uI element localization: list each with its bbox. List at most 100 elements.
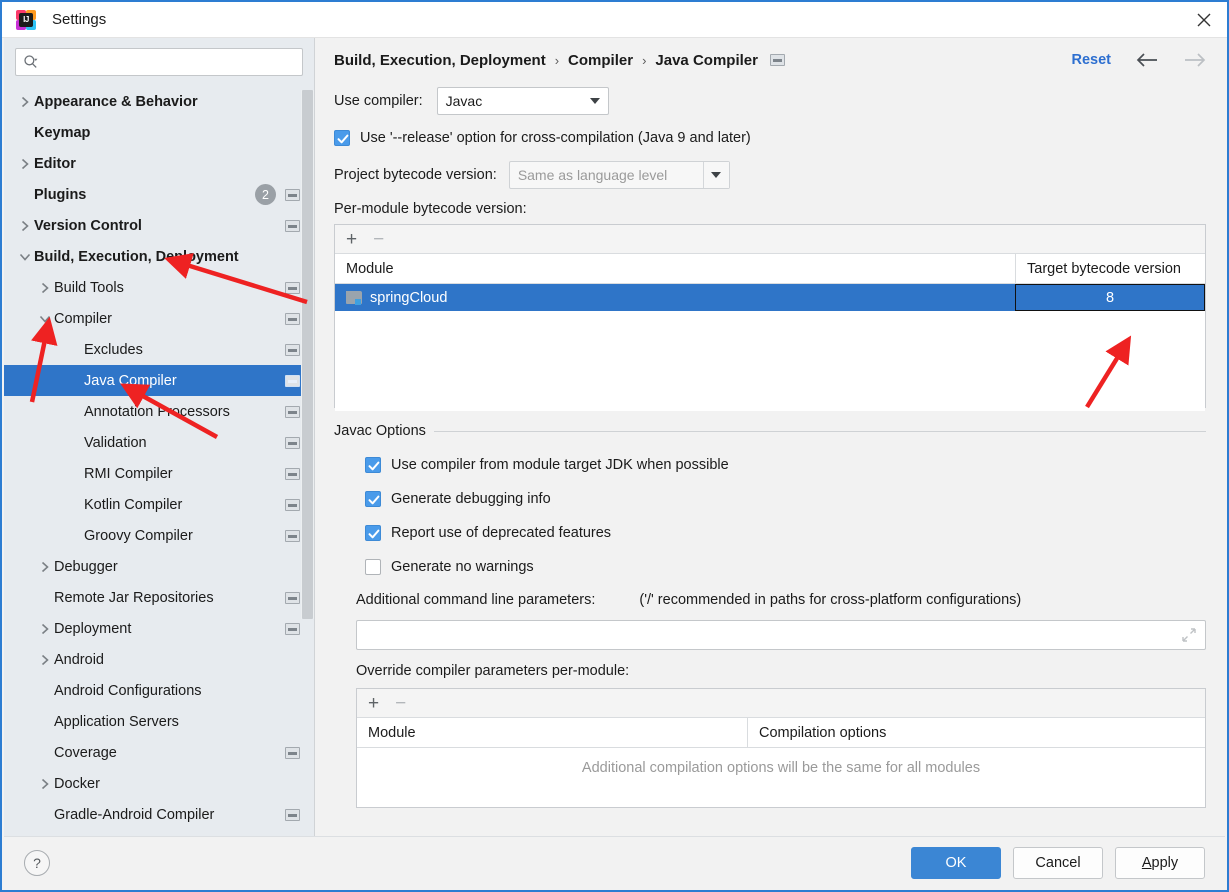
project-settings-icon [285, 343, 300, 356]
column-header-compilation-options[interactable]: Compilation options [747, 718, 1205, 747]
sidebar-item-android-configurations[interactable]: Android Configurations [4, 675, 314, 706]
sidebar-item-annotation-processors[interactable]: Annotation Processors [4, 396, 314, 427]
apply-label-rest: pply [1151, 854, 1179, 871]
column-header-target-bytecode[interactable]: Target bytecode version [1015, 254, 1205, 283]
sidebar-item-build-tools[interactable]: Build Tools [4, 272, 314, 303]
sidebar-item-compiler[interactable]: Compiler [4, 303, 314, 334]
chevron-right-icon[interactable] [16, 86, 34, 117]
override-params-label: Override compiler parameters per-module: [356, 663, 630, 679]
sidebar-item-editor[interactable]: Editor [4, 148, 314, 179]
chevron-right-icon[interactable] [36, 613, 54, 644]
sidebar-item-build-execution-deployment[interactable]: Build, Execution, Deployment [4, 241, 314, 272]
chevron-right-icon[interactable] [36, 644, 54, 675]
search-input[interactable] [43, 54, 295, 70]
reset-link[interactable]: Reset [1072, 52, 1112, 68]
sidebar-scrollbar-thumb[interactable] [302, 90, 313, 619]
sidebar-item-debugger[interactable]: Debugger [4, 551, 314, 582]
sidebar-item-label: Application Servers [54, 713, 179, 730]
javac-option-row[interactable]: Use compiler from module target JDK when… [315, 448, 1225, 482]
module-name: springCloud [370, 289, 448, 306]
close-icon[interactable] [1181, 2, 1227, 37]
sidebar-item-appearance-behavior[interactable]: Appearance & Behavior [4, 86, 314, 117]
add-override-button[interactable]: + [368, 694, 379, 713]
chevron-right-icon[interactable] [36, 551, 54, 582]
sidebar-item-deployment[interactable]: Deployment [4, 613, 314, 644]
arrow-left-icon[interactable] [1135, 52, 1159, 68]
column-header-module[interactable]: Module [335, 254, 1015, 283]
sidebar-item-label: Android [54, 651, 104, 668]
release-option-checkbox[interactable] [334, 130, 350, 146]
chevron-right-icon[interactable] [36, 768, 54, 799]
breadcrumb: Build, Execution, Deployment › Compiler … [315, 38, 1225, 82]
additional-params-input[interactable] [365, 627, 1181, 643]
search-box[interactable] [15, 48, 303, 76]
project-settings-icon [285, 498, 300, 511]
sidebar-item-version-control[interactable]: Version Control [4, 210, 314, 241]
target-bytecode-cell-editor[interactable]: 8 [1015, 284, 1205, 311]
chevron-right-icon[interactable] [16, 210, 34, 241]
javac-option-checkbox[interactable] [365, 457, 381, 473]
apply-button[interactable]: Apply [1115, 846, 1205, 879]
sidebar-item-rmi-compiler[interactable]: RMI Compiler [4, 458, 314, 489]
sidebar-item-android[interactable]: Android [4, 644, 314, 675]
breadcrumb-item-1[interactable]: Compiler [568, 52, 633, 69]
sidebar-item-remote-jar-repositories[interactable]: Remote Jar Repositories [4, 582, 314, 613]
ok-button[interactable]: OK [911, 846, 1001, 879]
sidebar-item-java-compiler[interactable]: Java Compiler [4, 365, 314, 396]
override-params-table: + − Module Compilation options Additiona… [356, 688, 1206, 808]
search-icon [23, 54, 39, 70]
project-settings-icon [285, 591, 300, 604]
javac-option-label: Report use of deprecated features [391, 525, 612, 541]
javac-option-row[interactable]: Generate debugging info [315, 482, 1225, 516]
sidebar-item-coverage[interactable]: Coverage [4, 737, 314, 768]
sidebar-item-kotlin-compiler[interactable]: Kotlin Compiler [4, 489, 314, 520]
javac-option-checkbox[interactable] [365, 491, 381, 507]
sidebar-item-plugins[interactable]: Plugins 2 [4, 179, 314, 210]
settings-sidebar: Appearance & Behavior Keymap Editor Plugins… [4, 38, 315, 836]
chevron-right-icon[interactable] [36, 272, 54, 303]
sidebar-item-label: Keymap [34, 124, 91, 141]
sidebar-item-label: Deployment [54, 620, 132, 637]
project-settings-icon [285, 529, 300, 542]
expand-icon[interactable] [1181, 627, 1197, 643]
sidebar-item-label: RMI Compiler [84, 465, 173, 482]
use-compiler-select[interactable]: Javac [436, 87, 609, 115]
sidebar-item-groovy-compiler[interactable]: Groovy Compiler [4, 520, 314, 551]
chevron-right-icon[interactable] [16, 148, 34, 179]
project-settings-icon [285, 374, 300, 387]
search-container [4, 38, 314, 84]
chevron-down-icon [582, 88, 608, 114]
help-button[interactable]: ? [24, 849, 50, 876]
add-module-button[interactable]: + [346, 230, 357, 249]
release-option-row[interactable]: Use '--release' option for cross-compila… [315, 120, 1225, 156]
breadcrumb-item-0[interactable]: Build, Execution, Deployment [334, 52, 546, 69]
javac-option-checkbox[interactable] [365, 559, 381, 575]
project-bytecode-select[interactable]: Same as language level [508, 161, 730, 189]
table-row[interactable]: springCloud 8 [335, 284, 1205, 311]
cancel-button[interactable]: Cancel [1013, 846, 1103, 879]
sidebar-item-gradle-android-compiler[interactable]: Gradle-Android Compiler [4, 799, 314, 830]
sidebar-item-application-servers[interactable]: Application Servers [4, 706, 314, 737]
javac-option-row[interactable]: Generate no warnings [315, 550, 1225, 584]
javac-option-row[interactable]: Report use of deprecated features [315, 516, 1225, 550]
sidebar-item-excludes[interactable]: Excludes [4, 334, 314, 365]
javac-option-checkbox[interactable] [365, 525, 381, 541]
remove-override-button[interactable]: − [395, 694, 406, 713]
sidebar-item-keymap[interactable]: Keymap [4, 117, 314, 148]
column-header-module[interactable]: Module [357, 718, 747, 747]
chevron-down-icon[interactable] [36, 303, 54, 334]
sidebar-scrollbar[interactable] [301, 90, 314, 619]
sidebar-item-label: Coverage [54, 744, 117, 761]
sidebar-item-label: Docker [54, 775, 100, 792]
remove-module-button[interactable]: − [373, 230, 384, 249]
sidebar-item-validation[interactable]: Validation [4, 427, 314, 458]
sidebar-item-docker[interactable]: Docker [4, 768, 314, 799]
additional-params-field[interactable] [356, 620, 1206, 650]
intellij-idea-icon: IJ [16, 9, 36, 30]
module-cell: springCloud [335, 284, 1015, 311]
chevron-down-icon[interactable] [16, 241, 34, 272]
sidebar-item-label: Gradle-Android Compiler [54, 806, 215, 823]
